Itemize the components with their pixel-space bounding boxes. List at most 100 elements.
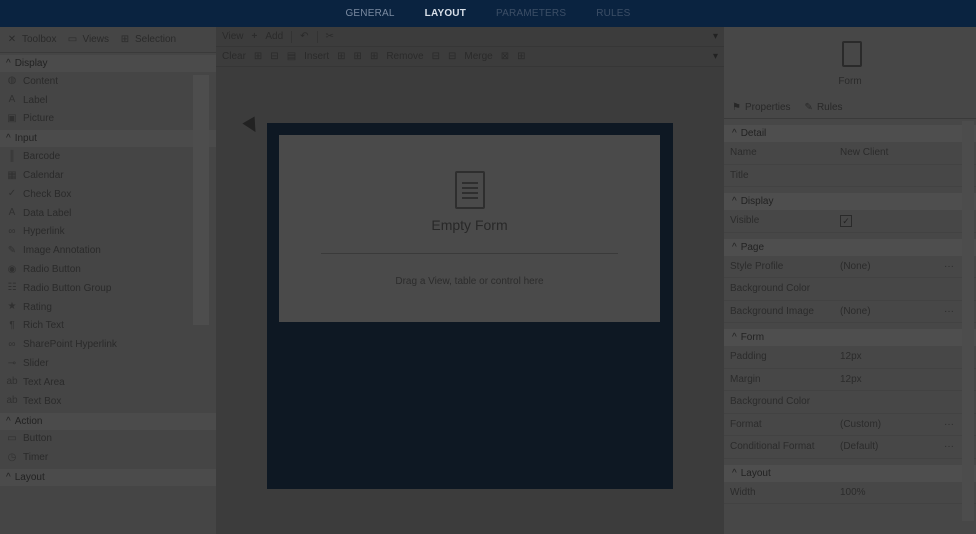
chevron-down-icon[interactable]: ▾: [713, 51, 718, 62]
prop-title-row: Title: [724, 165, 976, 187]
toolbox-item-text-box[interactable]: ab Text Box: [0, 392, 216, 411]
insert-icon[interactable]: ⊞: [370, 51, 378, 62]
padding-field[interactable]: 12px: [834, 351, 976, 362]
layout-toolbar-table: Clear ⊞ ⊟ ▤ Insert ⊞ ⊞ ⊞ Remove ⊟ ⊟ Merg…: [216, 47, 724, 67]
properties-scrollbar[interactable]: [962, 121, 974, 521]
tab-parameters[interactable]: PARAMETERS: [496, 8, 566, 19]
form-label: Form: [838, 76, 862, 87]
barcode-icon: ║: [8, 150, 16, 162]
properties-panel: Form ⚑ Properties ✎ Rules ^ Detail Name New …: [724, 27, 976, 534]
empty-form-dropzone[interactable]: Empty Form Drag a View, table or control…: [279, 135, 660, 322]
remove-row-icon[interactable]: ⊟: [432, 51, 440, 62]
format-field[interactable]: (Custom): [834, 419, 976, 430]
toolbox-item-rich-text[interactable]: ¶ Rich Text: [0, 317, 216, 336]
tab-rules[interactable]: ✎ Rules: [805, 102, 843, 113]
grid-icon[interactable]: ⊞: [254, 51, 262, 62]
clear-button[interactable]: Clear: [222, 51, 246, 62]
mouse-cursor-icon: [242, 116, 262, 136]
toolbox-item-content[interactable]: ◍ Content: [0, 72, 216, 91]
ellipsis-button[interactable]: ···: [944, 306, 954, 317]
toolbox-item-button[interactable]: ▭ Button: [0, 430, 216, 449]
section-detail[interactable]: ^ Detail: [724, 125, 976, 142]
dropzone-hint: Drag a View, table or control here: [395, 276, 544, 287]
background-image-field[interactable]: (None): [834, 306, 976, 317]
views-tab[interactable]: ▭ Views: [66, 34, 109, 46]
selection-tab[interactable]: ⊞ Selection: [119, 34, 176, 46]
section-display[interactable]: ^ Display: [724, 193, 976, 210]
form-canvas[interactable]: Empty Form Drag a View, table or control…: [267, 123, 673, 489]
ellipsis-button[interactable]: ···: [944, 419, 954, 430]
merge-icon[interactable]: ⊠: [501, 51, 509, 62]
toolbox-item-slider[interactable]: ⊸ Slider: [0, 354, 216, 373]
section-page[interactable]: ^ Page: [724, 238, 976, 256]
ellipsis-button[interactable]: ···: [944, 441, 954, 452]
section-input[interactable]: ^ Input: [0, 130, 216, 148]
divider: [321, 253, 618, 254]
text-area-icon: ab: [6, 376, 18, 388]
tab-rules[interactable]: RULES: [596, 8, 630, 19]
toolbox-item-radio-button[interactable]: ◉ Radio Button: [0, 260, 216, 279]
hyperlink-icon: ∞: [8, 225, 16, 237]
ellipsis-button[interactable]: ···: [944, 261, 954, 272]
toolbox-tab[interactable]: ✕ Toolbox: [6, 33, 57, 46]
name-field[interactable]: New Client: [834, 147, 976, 158]
toolbox-item-rating[interactable]: ★ Rating: [0, 298, 216, 317]
toolbox-item-text-area[interactable]: ab Text Area: [0, 373, 216, 392]
tab-general[interactable]: GENERAL: [345, 8, 394, 19]
conditional-format-field[interactable]: (Default): [834, 441, 976, 452]
tab-layout[interactable]: LAYOUT: [425, 8, 466, 19]
grid-icon[interactable]: ⊟: [270, 51, 278, 62]
toolbox-item-calendar[interactable]: ▦ Calendar: [0, 166, 216, 185]
toolbox-item-timer[interactable]: ◷ Timer: [0, 448, 216, 467]
rules-icon: ✎: [804, 102, 813, 113]
section-layout[interactable]: ^ Layout: [724, 464, 976, 482]
chevron-up-icon: ^: [6, 133, 11, 145]
split-icon[interactable]: ⊞: [517, 51, 525, 62]
prop-margin-row: Margin 12px: [724, 369, 976, 391]
insert-row-icon[interactable]: ⊞: [337, 51, 345, 62]
table-icon[interactable]: ▤: [287, 51, 296, 62]
add-button[interactable]: Add: [265, 31, 283, 42]
undo-icon[interactable]: ↶: [300, 31, 308, 42]
chevron-down-icon[interactable]: ▾: [713, 31, 718, 42]
view-menu[interactable]: View: [222, 31, 244, 42]
toolbox-item-radio-button-group[interactable]: ☷ Radio Button Group: [0, 279, 216, 298]
section-form[interactable]: ^ Form: [724, 329, 976, 346]
sharepoint-hyperlink-icon: ∞: [8, 338, 16, 350]
insert-button[interactable]: Insert: [304, 51, 329, 62]
section-display[interactable]: ^ Display: [0, 55, 216, 72]
properties-tabs: ⚑ Properties ✎ Rules: [724, 97, 976, 119]
toolbox-item-barcode[interactable]: ║ Barcode: [0, 147, 216, 166]
toolbox-scrollbar[interactable]: [193, 75, 209, 325]
cut-icon[interactable]: ✂: [326, 31, 334, 42]
toolbox-item-data-label[interactable]: A Data Label: [0, 204, 216, 223]
form-header: Form: [724, 27, 976, 97]
toolbox-item-sharepoint-hyperlink[interactable]: ∞ SharePoint Hyperlink: [0, 335, 216, 354]
toolbox-item-picture[interactable]: ▣ Picture: [0, 110, 216, 129]
toolbox-item-label[interactable]: A Label: [0, 91, 216, 110]
width-field[interactable]: 100%: [834, 487, 976, 498]
section-layout[interactable]: ^ Layout: [0, 469, 216, 487]
tab-properties[interactable]: ⚑ Properties: [732, 102, 791, 113]
section-action[interactable]: ^ Action: [0, 412, 216, 430]
insert-col-icon[interactable]: ⊞: [354, 51, 362, 62]
visible-checkbox[interactable]: ✓: [840, 214, 852, 227]
style-profile-field[interactable]: (None): [834, 261, 976, 272]
margin-field[interactable]: 12px: [834, 374, 976, 385]
toolbox-item-hyperlink[interactable]: ∞ Hyperlink: [0, 223, 216, 242]
button-icon: ▭: [7, 432, 17, 444]
prop-background-color-row: Background Color: [724, 278, 976, 301]
remove-button[interactable]: Remove: [386, 51, 423, 62]
toolbox-item-image-annotation[interactable]: ✎ Image Annotation: [0, 241, 216, 260]
plus-icon: +: [251, 31, 258, 42]
merge-button[interactable]: Merge: [464, 51, 492, 62]
prop-visible-row: Visible ✓: [724, 210, 976, 233]
toolbox-panel: ✕ Toolbox ▭ Views ⊞ Selection ^ Display ◍ Con…: [0, 27, 216, 534]
radio-button-group-icon: ☷: [7, 282, 17, 294]
calendar-icon: ▦: [7, 169, 17, 181]
toolbox-item-check-box[interactable]: ✓ Check Box: [0, 185, 216, 204]
properties-icon: ⚑: [732, 102, 741, 113]
check-box-icon: ✓: [7, 188, 17, 200]
toolbox-icon: ✕: [7, 33, 17, 45]
remove-col-icon[interactable]: ⊟: [448, 51, 456, 62]
